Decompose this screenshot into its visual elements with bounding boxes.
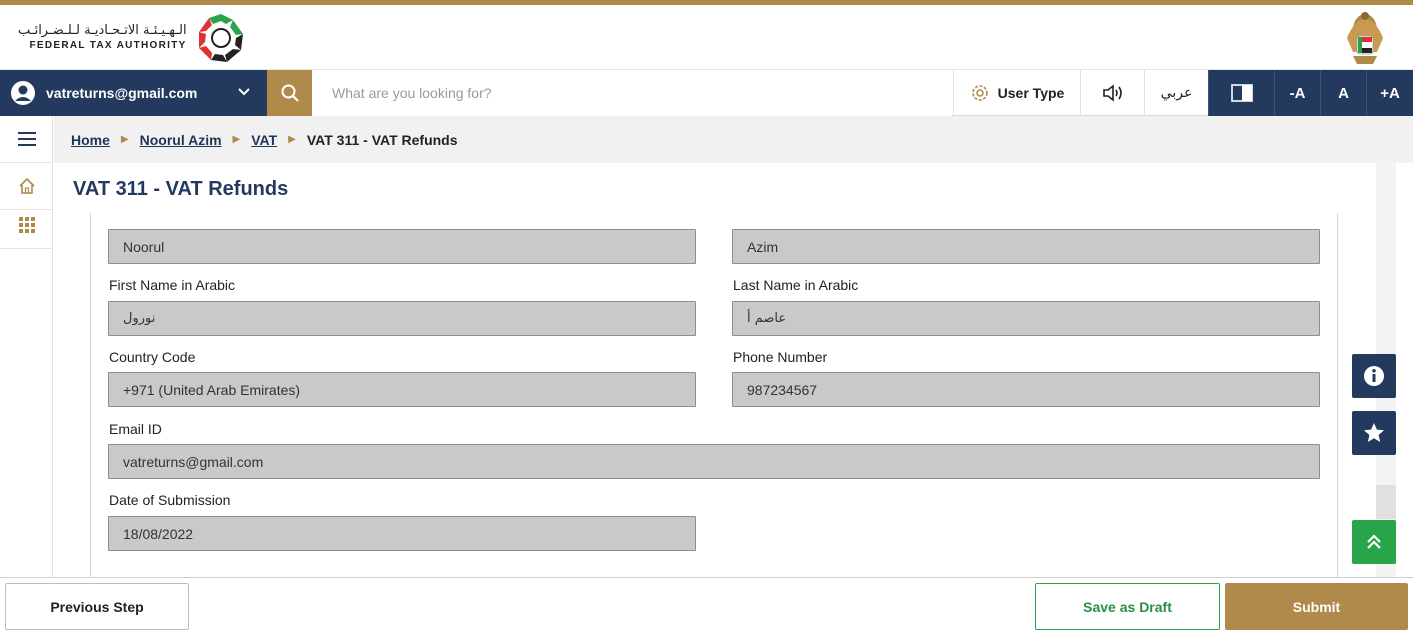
contact-details-form: Noorul Azim First Name in Arabic Last Na… — [90, 213, 1338, 577]
breadcrumb-arrow-icon: ▶ — [120, 134, 129, 145]
page-title: VAT 311 - VAT Refunds — [73, 178, 289, 200]
speaker-icon — [1102, 84, 1122, 102]
info-icon — [1364, 366, 1384, 386]
user-account-menu[interactable]: vatreturns@gmail.com — [0, 70, 267, 116]
site-header: الـهـيـئـة الاتـحـاديـة لـلـضـرائـب FEDE… — [0, 5, 1413, 70]
breadcrumb-current: VAT 311 - VAT Refunds — [306, 131, 458, 148]
first-name-arabic-label: First Name in Arabic — [109, 277, 236, 293]
search-input[interactable] — [312, 70, 952, 116]
previous-step-button[interactable]: Previous Step — [5, 583, 189, 630]
menu-toggle[interactable] — [0, 116, 53, 163]
text-to-speech-button[interactable] — [1080, 70, 1144, 116]
star-icon — [1364, 423, 1384, 442]
language-toggle[interactable]: عربي — [1144, 70, 1208, 116]
fta-logo-icon — [198, 13, 243, 62]
logo-english-text: FEDERAL TAX AUTHORITY — [29, 40, 187, 51]
hamburger-icon — [17, 132, 36, 146]
apps-nav-button[interactable] — [0, 202, 53, 249]
main-content: VAT 311 - VAT Refunds Noorul Azim First … — [54, 163, 1413, 577]
last-name-field[interactable]: Azim — [732, 229, 1320, 264]
cut-off-label — [163, 213, 363, 215]
font-size-decrease[interactable]: -A — [1274, 70, 1320, 116]
uae-emblem-icon — [1347, 12, 1383, 64]
email-id-field[interactable]: vatreturns@gmail.com — [108, 444, 1320, 479]
gear-icon — [971, 85, 988, 101]
user-type-button[interactable]: User Type — [953, 70, 1080, 116]
breadcrumb-arrow-icon: ▶ — [232, 134, 241, 145]
user-avatar-icon — [11, 81, 35, 105]
breadcrumb-arrow-icon: ▶ — [288, 134, 296, 145]
chevron-down-icon — [238, 88, 250, 96]
user-email: vatreturns@gmail.com — [46, 85, 198, 101]
search-icon — [281, 84, 299, 102]
phone-number-field[interactable]: 987234567 — [732, 372, 1320, 407]
font-size-increase[interactable]: +A — [1366, 70, 1413, 116]
wizard-footer: Previous Step Save as Draft Submit — [0, 577, 1413, 633]
country-code-label: Country Code — [109, 349, 196, 365]
left-rail — [0, 116, 53, 577]
date-of-submission-field[interactable]: 18/08/2022 — [108, 516, 696, 551]
save-as-draft-button[interactable]: Save as Draft — [1035, 583, 1220, 630]
logo-arabic-text: الـهـيـئـة الاتـحـاديـة لـلـضـرائـب — [18, 23, 187, 38]
first-name-arabic-field[interactable]: نورول — [108, 301, 696, 336]
contrast-toggle[interactable] — [1208, 70, 1274, 116]
country-code-field[interactable]: +971 (United Arab Emirates) — [108, 372, 696, 407]
last-name-arabic-label: Last Name in Arabic — [733, 277, 859, 293]
apps-grid-icon — [18, 217, 35, 233]
double-chevron-up-icon — [1367, 534, 1381, 549]
favorite-button[interactable] — [1352, 411, 1396, 455]
user-type-label: User Type — [997, 85, 1065, 101]
breadcrumb-home-link[interactable]: Home — [71, 132, 110, 148]
info-button[interactable] — [1352, 354, 1396, 398]
last-name-arabic-field[interactable]: عاصم أ — [732, 301, 1320, 336]
breadcrumb-taxpayer-link[interactable]: Noorul Azim — [140, 132, 222, 148]
email-id-label: Email ID — [109, 421, 162, 437]
top-navbar: vatreturns@gmail.com User Type عربي -A A — [0, 70, 1413, 116]
cut-off-label — [787, 213, 987, 215]
scrollbar-thumb[interactable] — [1376, 485, 1396, 519]
breadcrumb-vat-link[interactable]: VAT — [251, 132, 277, 148]
home-icon — [18, 177, 35, 194]
breadcrumb: Home ▶ Noorul Azim ▶ VAT ▶ VAT 311 - VAT… — [54, 116, 1413, 163]
font-size-reset[interactable]: A — [1320, 70, 1366, 116]
date-of-submission-label: Date of Submission — [109, 492, 231, 508]
search-button[interactable] — [267, 70, 312, 116]
first-name-field[interactable]: Noorul — [108, 229, 696, 264]
fta-logo[interactable]: الـهـيـئـة الاتـحـاديـة لـلـضـرائـب FEDE… — [18, 10, 249, 65]
contrast-icon — [1230, 84, 1253, 102]
logo-text: الـهـيـئـة الاتـحـاديـة لـلـضـرائـب FEDE… — [18, 23, 187, 52]
phone-number-label: Phone Number — [733, 349, 828, 365]
submit-button[interactable]: Submit — [1225, 583, 1408, 630]
scroll-to-top-button[interactable] — [1352, 520, 1396, 564]
